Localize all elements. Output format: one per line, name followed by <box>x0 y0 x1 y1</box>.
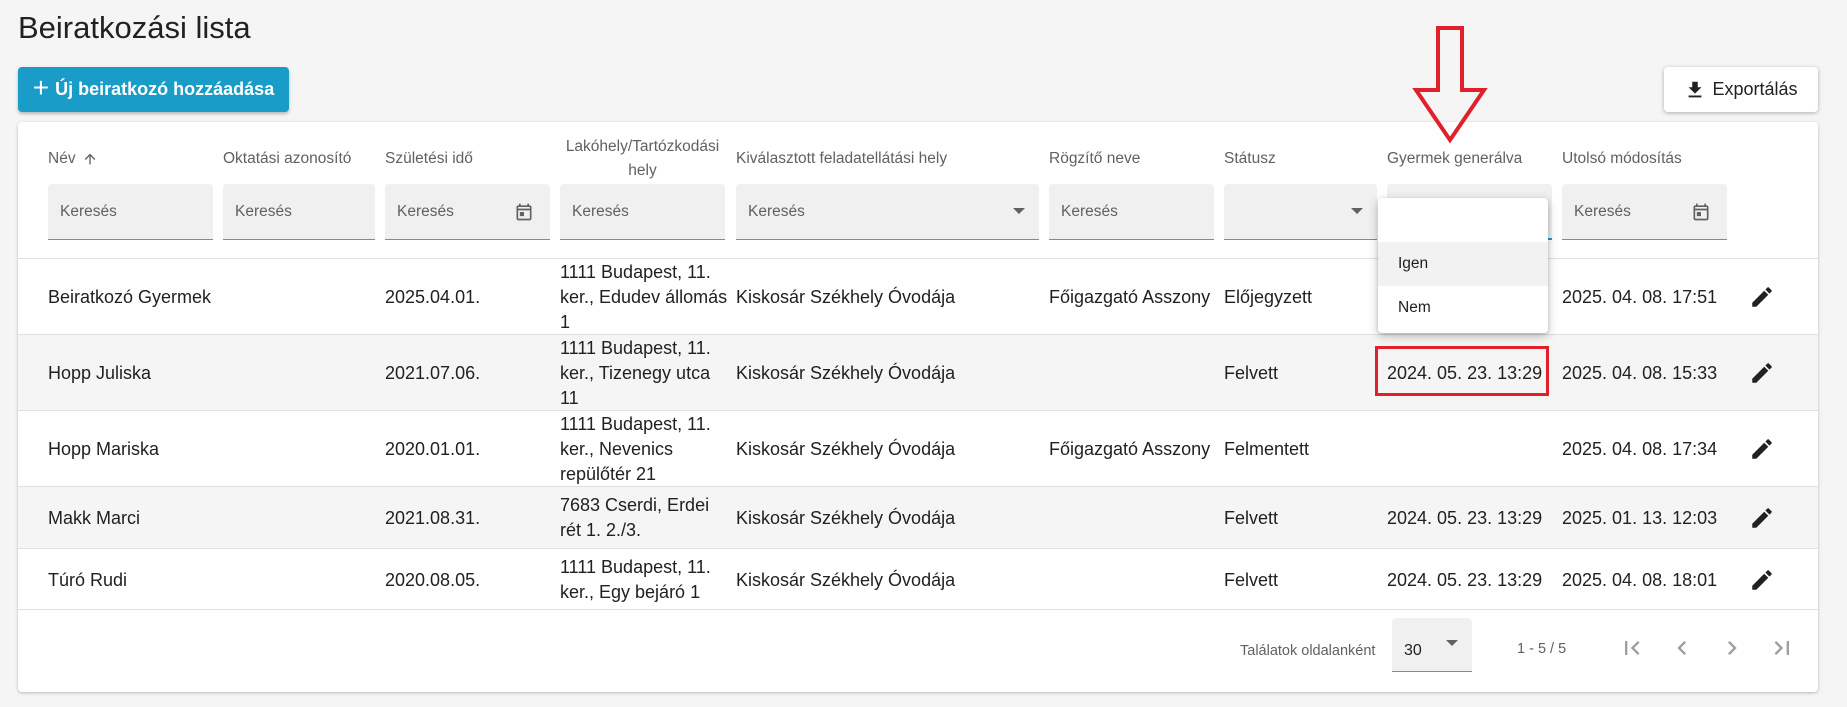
table-row[interactable]: Beiratkozó Gyermek 2025.04.01. 1111 Buda… <box>18 258 1818 334</box>
edu-id-filter[interactable]: Keresés <box>223 184 375 240</box>
cell-address: 1111 Budapest, 11. ker., Tizenegy utca 1… <box>560 337 711 408</box>
caret-down-icon <box>1351 208 1363 214</box>
column-header-address[interactable]: Lakóhely/Tartózkodási hely <box>560 135 725 183</box>
export-label: Exportálás <box>1712 79 1798 99</box>
export-button[interactable]: Exportálás <box>1664 67 1818 112</box>
table-row[interactable]: Hopp Mariska 2020.01.01. 1111 Budapest, … <box>18 410 1818 486</box>
add-enrollee-label: Új beiratkozó hozzáadása <box>55 79 275 99</box>
cell-name: Hopp Mariska <box>48 438 160 459</box>
pagination-range: 1 - 5 / 5 <box>1517 641 1567 657</box>
cell-generated: 2024. 05. 23. 13:29 <box>1387 507 1543 528</box>
cell-birth: 2025.04.01. <box>385 286 481 307</box>
cell-address: 1111 Budapest, 11. ker., Nevenics repülő… <box>560 413 711 484</box>
column-header-place[interactable]: Kiválasztott feladatellátási hely <box>736 147 947 171</box>
cell-address: 1111 Budapest, 11. ker., Egy bejáró 1 <box>560 557 711 602</box>
calendar-icon[interactable] <box>1691 202 1711 222</box>
cell-modified: 2025. 04. 08. 17:51 <box>1562 286 1718 307</box>
page-title: Beiratkozási lista <box>18 10 251 45</box>
add-enrollee-button[interactable]: + Új beiratkozó hozzáadása <box>18 67 289 112</box>
cell-status: Felvett <box>1224 507 1279 528</box>
birth-date-filter[interactable]: Keresés <box>385 184 550 240</box>
cell-status: Felmentett <box>1224 438 1310 459</box>
address-filter-placeholder: Keresés <box>572 203 629 220</box>
edu-id-filter-placeholder: Keresés <box>235 203 292 220</box>
recorder-filter-placeholder: Keresés <box>1061 203 1118 220</box>
cell-status: Felvett <box>1224 569 1279 590</box>
cell-generated: 2024. 05. 23. 13:29 <box>1387 362 1543 383</box>
cell-modified: 2025. 01. 13. 12:03 <box>1562 507 1718 528</box>
cell-place: Kiskosár Székhely Óvodája <box>736 507 956 528</box>
pencil-icon[interactable] <box>1749 567 1775 593</box>
pencil-icon[interactable] <box>1749 505 1775 531</box>
column-header-edu-id[interactable]: Oktatási azonosító <box>223 147 351 171</box>
name-filter[interactable]: Keresés <box>48 184 213 240</box>
annotation-arrow-icon <box>1412 26 1488 144</box>
cell-name: Hopp Juliska <box>48 362 152 383</box>
column-header-birth[interactable]: Születési idő <box>385 147 473 171</box>
cell-recorder: Főigazgató Asszony <box>1049 438 1211 459</box>
cell-generated: 2024. 05. 23. 13:29 <box>1387 569 1543 590</box>
generated-filter-menu: Igen Nem <box>1378 198 1548 333</box>
column-header-name[interactable]: Név <box>48 147 98 171</box>
per-page-value: 30 <box>1404 642 1422 659</box>
column-header-label: Név <box>48 150 76 167</box>
cell-modified: 2025. 04. 08. 17:34 <box>1562 438 1718 459</box>
cell-place: Kiskosár Székhely Óvodája <box>736 438 956 459</box>
per-page-select[interactable]: 30 <box>1392 618 1472 672</box>
cell-place: Kiskosár Székhely Óvodája <box>736 286 956 307</box>
chevron-left-icon[interactable] <box>1668 634 1696 662</box>
cell-modified: 2025. 04. 08. 15:33 <box>1562 362 1718 383</box>
calendar-icon[interactable] <box>514 202 534 222</box>
table-row[interactable]: Makk Marci 2021.08.31. 7683 Cserdi, Erde… <box>18 486 1818 548</box>
per-page-label: Találatok oldalanként <box>1240 643 1376 659</box>
enrollment-table: Név Oktatási azonosító Születési idő Lak… <box>18 122 1818 692</box>
cell-birth: 2021.08.31. <box>385 507 481 528</box>
pencil-icon[interactable] <box>1749 284 1775 310</box>
place-filter-placeholder: Keresés <box>748 203 805 220</box>
modified-filter-placeholder: Keresés <box>1574 203 1631 220</box>
table-row[interactable]: Túró Rudi 2020.08.05. 1111 Budapest, 11.… <box>18 548 1818 610</box>
status-filter[interactable] <box>1224 184 1377 240</box>
column-header-status[interactable]: Státusz <box>1224 147 1276 171</box>
cell-birth: 2020.08.05. <box>385 569 481 590</box>
cell-address: 7683 Cserdi, Erdei rét 1. 2./3. <box>560 495 710 540</box>
option-igen[interactable]: Igen <box>1378 242 1548 286</box>
modified-filter[interactable]: Keresés <box>1562 184 1727 240</box>
cell-status: Előjegyzett <box>1224 286 1313 307</box>
cell-address: 1111 Budapest, 11. ker., Edudev állomás … <box>560 261 728 332</box>
arrow-up-icon <box>84 153 95 165</box>
cell-name: Beiratkozó Gyermek <box>48 286 212 307</box>
birth-date-filter-placeholder: Keresés <box>397 203 454 220</box>
caret-down-icon <box>1013 208 1025 214</box>
cell-modified: 2025. 04. 08. 18:01 <box>1562 569 1718 590</box>
column-header-modified[interactable]: Utolsó módosítás <box>1562 147 1682 171</box>
column-header-recorder[interactable]: Rögzítő neve <box>1049 147 1140 171</box>
plus-icon: + <box>32 72 50 103</box>
pencil-icon[interactable] <box>1749 360 1775 386</box>
cell-name: Túró Rudi <box>48 569 128 590</box>
chevron-right-icon[interactable] <box>1718 634 1746 662</box>
address-filter[interactable]: Keresés <box>560 184 725 240</box>
cell-birth: 2020.01.01. <box>385 438 481 459</box>
caret-down-icon <box>1446 640 1458 646</box>
cell-birth: 2021.07.06. <box>385 362 481 383</box>
pencil-icon[interactable] <box>1749 436 1775 462</box>
table-row[interactable]: Hopp Juliska 2021.07.06. 1111 Budapest, … <box>18 334 1818 410</box>
download-icon <box>1689 81 1702 97</box>
place-filter[interactable]: Keresés <box>736 184 1039 240</box>
column-header-generated[interactable]: Gyermek generálva <box>1387 147 1522 171</box>
option-nem[interactable]: Nem <box>1378 286 1548 330</box>
cell-place: Kiskosár Székhely Óvodája <box>736 569 956 590</box>
first-page-icon[interactable] <box>1618 634 1646 662</box>
recorder-filter[interactable]: Keresés <box>1049 184 1214 240</box>
name-filter-placeholder: Keresés <box>60 203 117 220</box>
cell-place: Kiskosár Székhely Óvodája <box>736 362 956 383</box>
cell-name: Makk Marci <box>48 507 141 528</box>
cell-recorder: Főigazgató Asszony <box>1049 286 1211 307</box>
cell-status: Felvett <box>1224 362 1279 383</box>
last-page-icon[interactable] <box>1768 634 1796 662</box>
